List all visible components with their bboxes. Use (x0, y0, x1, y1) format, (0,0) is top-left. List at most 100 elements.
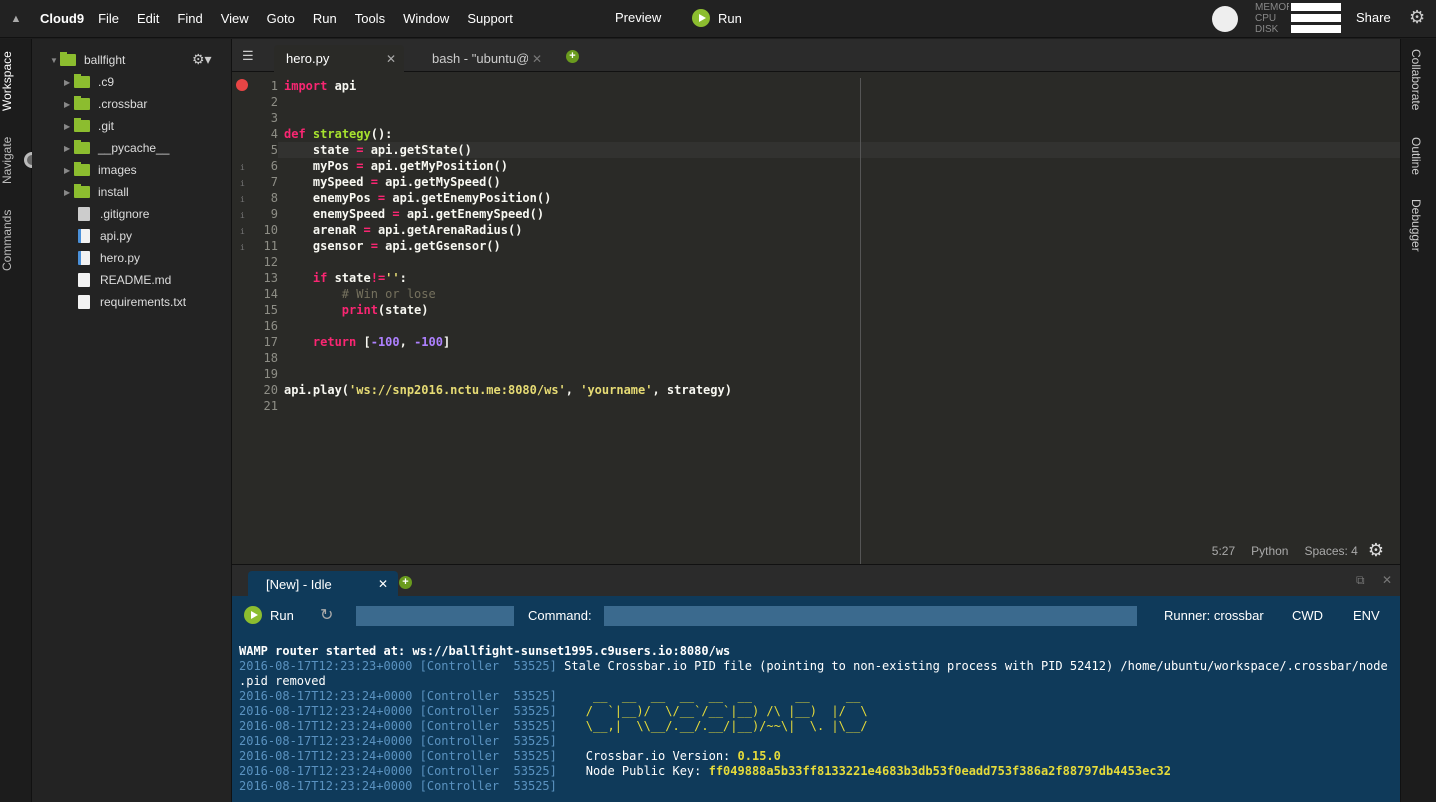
run-label: Run (718, 10, 742, 26)
version-value: 0.15.0 (737, 749, 781, 763)
command-input[interactable] (604, 606, 1137, 626)
avatar[interactable] (1212, 6, 1238, 32)
restore-icon[interactable]: ⧉ (1356, 573, 1365, 587)
menu-edit[interactable]: Edit (137, 11, 159, 26)
memory-bar (1291, 3, 1341, 11)
expand-icon: ▶ (64, 99, 71, 109)
run-name-input[interactable] (356, 606, 514, 626)
tree-label: .git (98, 119, 115, 133)
file-tree: ▼ ballfight ⚙▾ ▶ .c9 ▶ .crossbar ▶ .git … (32, 39, 232, 802)
line-number: 5 (270, 143, 278, 157)
menu-run[interactable]: Run (313, 11, 337, 26)
close-icon[interactable]: ✕ (532, 52, 542, 66)
expand-icon: ▶ (64, 143, 71, 153)
ascii-banner: / `|__)/ \/__`/__`|__) /\ |__) |/ \ (556, 704, 868, 718)
disk-bar (1291, 25, 1341, 33)
folder-icon (74, 118, 90, 132)
console-line: 2016-08-17T12:23:24+0000 [Controller 535… (239, 734, 1400, 749)
menu-find[interactable]: Find (177, 11, 202, 26)
expand-icon: ▼ (50, 55, 58, 65)
cwd-button[interactable]: CWD (1292, 608, 1323, 623)
collapse-icon[interactable]: ▲ (0, 13, 32, 25)
warning-icon: i (240, 179, 245, 188)
gear-icon[interactable]: ⚙ (1368, 540, 1384, 561)
expand-icon: ▶ (64, 165, 71, 175)
menu-goto[interactable]: Goto (267, 11, 295, 26)
folder-icon (74, 184, 90, 198)
tree-file[interactable]: .gitignore (78, 204, 149, 224)
tree-folder[interactable]: ▶ images (64, 160, 137, 180)
menu-window[interactable]: Window (403, 11, 449, 26)
play-icon (244, 606, 262, 624)
tree-folder[interactable]: ▶ install (64, 182, 129, 202)
editor-status-bar: 5:27 Python Spaces: 4 ⚙ (1196, 540, 1384, 561)
add-tab-icon[interactable]: + (566, 50, 579, 63)
gear-icon[interactable]: ⚙ (1409, 7, 1425, 28)
right-panel-tabs: Collaborate Outline Debugger (1400, 39, 1436, 802)
tree-file[interactable]: requirements.txt (78, 292, 186, 312)
editor-tab-bar: ☰ hero.py ✕ bash - "ubuntu@ ✕ + (232, 39, 1400, 72)
menu-tools[interactable]: Tools (355, 11, 385, 26)
console-output[interactable]: WAMP router started at: ws://ballfight-s… (232, 634, 1400, 802)
tree-label: images (98, 163, 137, 177)
env-button[interactable]: ENV (1353, 608, 1380, 623)
close-panel-icon[interactable]: ✕ (1382, 573, 1392, 587)
close-icon[interactable]: ✕ (378, 577, 388, 591)
tree-file[interactable]: README.md (78, 270, 171, 290)
tree-folder[interactable]: ▶ __pycache__ (64, 138, 169, 158)
line-number: 7 (270, 175, 278, 189)
code-line: print(state) (341, 303, 429, 317)
tab-outline[interactable]: Outline (1409, 137, 1423, 175)
tab-debugger[interactable]: Debugger (1409, 199, 1423, 252)
runner-select[interactable]: Runner: crossbar (1164, 608, 1264, 623)
share-button[interactable]: Share (1356, 10, 1391, 25)
tab-runner[interactable]: [New] - Idle ✕ (248, 571, 398, 597)
menu-support[interactable]: Support (467, 11, 513, 26)
tab-hero-py[interactable]: hero.py ✕ (274, 45, 404, 72)
line-number: 10 (263, 223, 278, 237)
console-line: WAMP router started at: ws://ballfight-s… (239, 644, 731, 658)
warning-icon: i (240, 163, 245, 172)
cursor-position[interactable]: 5:27 (1212, 544, 1235, 558)
console-line: 2016-08-17T12:23:24+0000 [Controller 535… (239, 719, 1400, 734)
tree-folder[interactable]: ▶ .git (64, 116, 114, 136)
tree-root[interactable]: ▼ ballfight (50, 50, 125, 70)
tree-folder[interactable]: ▶ .crossbar (64, 94, 147, 114)
tree-label: .crossbar (98, 97, 148, 111)
run-button[interactable]: Run (692, 9, 742, 27)
cloud9-menu[interactable]: Cloud9 (40, 11, 84, 26)
cpu-bar (1291, 14, 1341, 22)
tab-commands[interactable]: Commands (0, 205, 32, 275)
line-number: 17 (263, 335, 278, 349)
menu-view[interactable]: View (221, 11, 249, 26)
tab-bash[interactable]: bash - "ubuntu@ ✕ (420, 45, 550, 72)
tab-workspace[interactable]: Workspace (0, 45, 32, 117)
preview-button[interactable]: Preview (615, 10, 661, 25)
line-number: 19 (263, 367, 278, 381)
console-line: 2016-08-17T12:23:24+0000 [Controller 535… (239, 689, 1400, 704)
console-line: 2016-08-17T12:23:24+0000 [Controller 535… (239, 779, 1400, 794)
language-mode[interactable]: Python (1251, 544, 1288, 558)
tree-folder[interactable]: ▶ .c9 (64, 72, 114, 92)
line-number: 13 (263, 271, 278, 285)
restart-icon[interactable]: ↻ (320, 605, 333, 625)
command-label: Command: (528, 608, 592, 623)
tree-file[interactable]: api.py (78, 226, 132, 246)
tabs-list-icon[interactable]: ☰ (242, 48, 254, 64)
add-tab-icon[interactable]: + (399, 576, 412, 589)
tree-file[interactable]: hero.py (78, 248, 140, 268)
menu-file[interactable]: File (98, 11, 119, 26)
close-icon[interactable]: ✕ (386, 52, 396, 66)
runner-run-button[interactable]: Run (244, 606, 294, 624)
gear-icon[interactable]: ⚙▾ (192, 51, 212, 68)
code-editor[interactable]: 1 2 3 4 5 6 7 8 9 10 11 12 13 14 15 16 1… (232, 72, 1400, 564)
file-icon (78, 273, 90, 287)
folder-icon (74, 140, 90, 154)
code-line: return [-100, -100] (312, 335, 451, 349)
tab-collaborate[interactable]: Collaborate (1409, 49, 1423, 110)
file-icon (78, 207, 90, 221)
tree-label: hero.py (100, 251, 141, 265)
code-line: if state!='': (312, 271, 407, 285)
python-file-icon (78, 229, 90, 243)
indent-setting[interactable]: Spaces: 4 (1304, 544, 1357, 558)
